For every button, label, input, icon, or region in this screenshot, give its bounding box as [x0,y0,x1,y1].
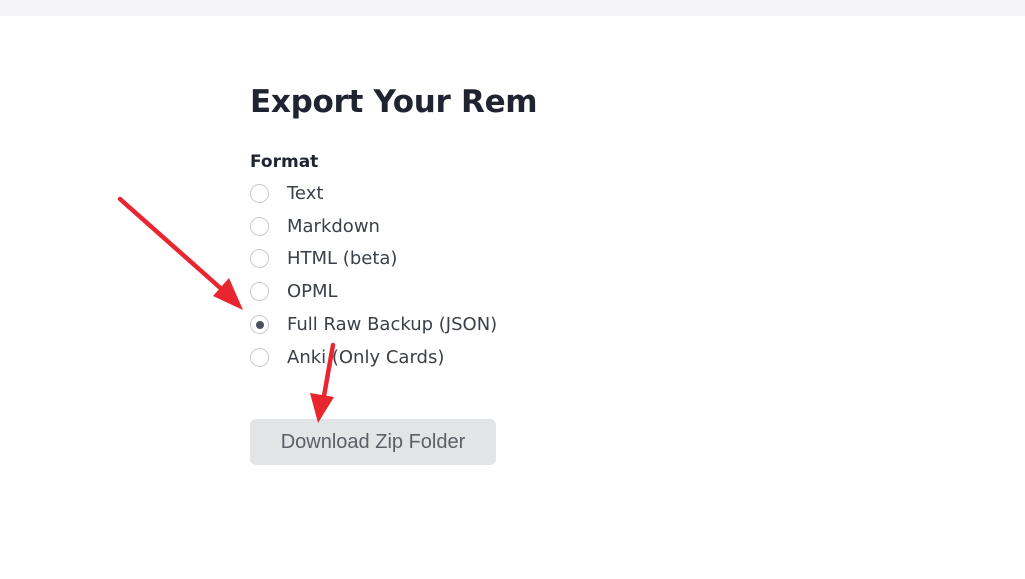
radio-text[interactable] [250,183,269,203]
option-label: Markdown [287,215,380,237]
radio-html[interactable] [250,249,269,269]
option-label: Text [287,182,324,204]
top-bar [0,0,1025,16]
format-option-markdown[interactable]: Markdown [250,210,537,243]
radio-opml[interactable] [250,282,269,302]
format-options: Text Markdown HTML (beta) OPML Full Raw … [250,177,537,374]
radio-anki[interactable] [250,347,269,367]
format-label: Format [250,152,319,172]
option-label: Full Raw Backup (JSON) [287,314,498,336]
format-option-html[interactable]: HTML (beta) [250,243,537,276]
radio-json[interactable] [250,315,269,335]
format-option-opml[interactable]: OPML [250,275,537,308]
format-option-text[interactable]: Text [250,177,537,210]
option-label: Anki (Only Cards) [287,346,445,368]
option-label: OPML [287,281,338,303]
format-option-json[interactable]: Full Raw Backup (JSON) [250,308,537,341]
export-panel: Export Your Rem Format Text Markdown HTM… [250,76,538,374]
page-title: Export Your Rem [250,84,538,120]
radio-markdown[interactable] [250,216,269,236]
option-label: HTML (beta) [287,248,398,270]
annotation-arrow-to-json [117,196,243,310]
format-option-anki[interactable]: Anki (Only Cards) [250,341,537,374]
download-zip-button[interactable]: Download Zip Folder [250,419,496,465]
